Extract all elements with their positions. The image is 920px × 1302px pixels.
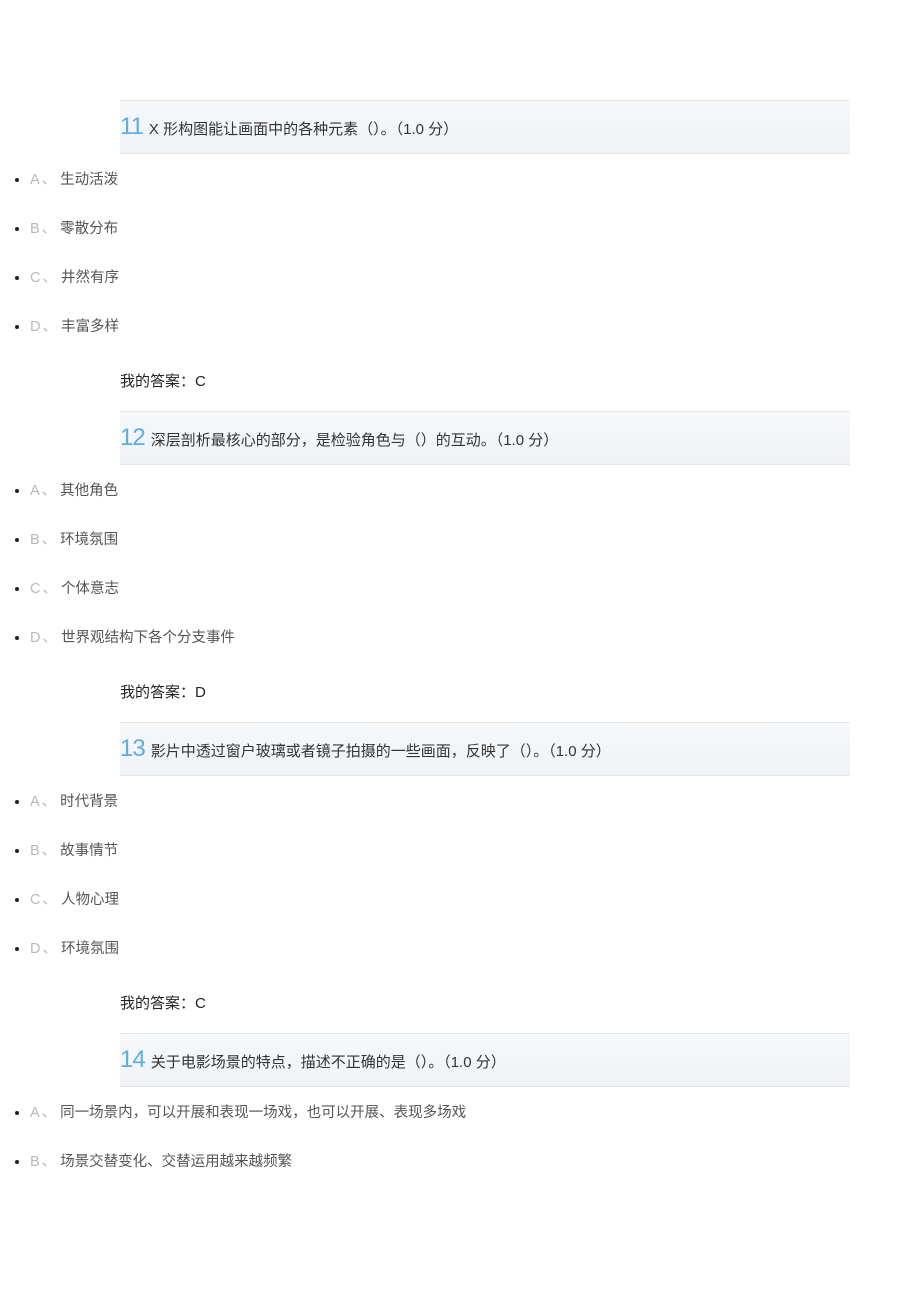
options-wrap: A、其他角色 B、环境氛围 C、个体意志 D、世界观结构下各个分支事件 xyxy=(70,465,850,661)
option-sep: 、 xyxy=(42,843,57,859)
question-text: 影片中透过窗户玻璃或者镜子拍摄的一些画面，反映了（）。（1.0 分） xyxy=(151,740,611,761)
option-sep: 、 xyxy=(42,483,57,499)
option-sep: 、 xyxy=(42,221,57,237)
option-sep: 、 xyxy=(42,1105,57,1121)
option-letter: A xyxy=(30,1105,40,1121)
option-letter: D xyxy=(30,941,40,957)
question-header: 14 关于电影场景的特点，描述不正确的是（）。（1.0 分） xyxy=(120,1033,850,1087)
option-d[interactable]: D、世界观结构下各个分支事件 xyxy=(30,612,850,661)
question-14: 14 关于电影场景的特点，描述不正确的是（）。（1.0 分） A、同一场景内，可… xyxy=(70,1033,850,1185)
question-header: 13 影片中透过窗户玻璃或者镜子拍摄的一些画面，反映了（）。（1.0 分） xyxy=(120,722,850,776)
option-text: 个体意志 xyxy=(61,581,119,597)
options-list: A、同一场景内，可以开展和表现一场戏，也可以开展、表现多场戏 B、场景交替变化、… xyxy=(30,1087,850,1185)
option-letter: A xyxy=(30,172,40,188)
option-letter: A xyxy=(30,794,40,810)
option-sep: 、 xyxy=(42,1154,57,1170)
options-list: A、生动活泼 B、零散分布 C、井然有序 D、丰富多样 xyxy=(30,154,850,350)
option-c[interactable]: C、人物心理 xyxy=(30,874,850,923)
answer-row: 我的答案：D xyxy=(120,661,850,722)
question-number: 11 xyxy=(120,115,143,139)
option-sep: 、 xyxy=(42,319,57,335)
question-text: 深层剖析最核心的部分，是检验角色与（）的互动。（1.0 分） xyxy=(151,429,559,450)
quiz-page: 11 X 形构图能让画面中的各种元素（）。（1.0 分） A、生动活泼 B、零散… xyxy=(0,0,920,1235)
option-a[interactable]: A、时代背景 xyxy=(30,776,850,825)
option-letter: B xyxy=(30,843,40,859)
option-sep: 、 xyxy=(42,532,57,548)
option-b[interactable]: B、故事情节 xyxy=(30,825,850,874)
question-number: 14 xyxy=(120,1048,145,1072)
option-text: 时代背景 xyxy=(60,794,118,810)
option-text: 故事情节 xyxy=(60,843,118,859)
option-d[interactable]: D、环境氛围 xyxy=(30,923,850,972)
option-c[interactable]: C、个体意志 xyxy=(30,563,850,612)
option-letter: D xyxy=(30,319,40,335)
option-b[interactable]: B、环境氛围 xyxy=(30,514,850,563)
option-letter: D xyxy=(30,630,40,646)
option-letter: B xyxy=(30,221,40,237)
option-sep: 、 xyxy=(42,892,57,908)
question-header: 11 X 形构图能让画面中的各种元素（）。（1.0 分） xyxy=(120,100,850,154)
answer-value: C xyxy=(195,373,206,390)
question-11: 11 X 形构图能让画面中的各种元素（）。（1.0 分） A、生动活泼 B、零散… xyxy=(70,100,850,411)
option-text: 人物心理 xyxy=(61,892,119,908)
option-text: 世界观结构下各个分支事件 xyxy=(61,630,235,646)
question-text: 关于电影场景的特点，描述不正确的是（）。（1.0 分） xyxy=(151,1051,506,1072)
answer-row: 我的答案：C xyxy=(120,350,850,411)
option-text: 其他角色 xyxy=(60,483,118,499)
option-sep: 、 xyxy=(42,630,57,646)
option-a[interactable]: A、其他角色 xyxy=(30,465,850,514)
question-12: 12 深层剖析最核心的部分，是检验角色与（）的互动。（1.0 分） A、其他角色… xyxy=(70,411,850,722)
option-sep: 、 xyxy=(42,270,57,286)
answer-label: 我的答案： xyxy=(120,684,195,701)
option-text: 生动活泼 xyxy=(60,172,118,188)
option-a[interactable]: A、同一场景内，可以开展和表现一场戏，也可以开展、表现多场戏 xyxy=(30,1087,850,1136)
option-text: 丰富多样 xyxy=(61,319,119,335)
question-text: X 形构图能让画面中的各种元素（）。（1.0 分） xyxy=(149,118,458,139)
option-text: 零散分布 xyxy=(60,221,118,237)
question-number: 12 xyxy=(120,426,145,450)
answer-value: C xyxy=(195,995,206,1012)
options-wrap: A、生动活泼 B、零散分布 C、井然有序 D、丰富多样 xyxy=(70,154,850,350)
option-text: 井然有序 xyxy=(61,270,119,286)
question-header: 12 深层剖析最核心的部分，是检验角色与（）的互动。（1.0 分） xyxy=(120,411,850,465)
answer-value: D xyxy=(195,684,206,701)
option-c[interactable]: C、井然有序 xyxy=(30,252,850,301)
option-letter: A xyxy=(30,483,40,499)
options-wrap: A、同一场景内，可以开展和表现一场戏，也可以开展、表现多场戏 B、场景交替变化、… xyxy=(70,1087,850,1185)
answer-label: 我的答案： xyxy=(120,373,195,390)
option-sep: 、 xyxy=(42,581,57,597)
option-letter: C xyxy=(30,581,40,597)
question-13: 13 影片中透过窗户玻璃或者镜子拍摄的一些画面，反映了（）。（1.0 分） A、… xyxy=(70,722,850,1033)
option-text: 场景交替变化、交替运用越来越频繁 xyxy=(60,1154,292,1170)
option-b[interactable]: B、场景交替变化、交替运用越来越频繁 xyxy=(30,1136,850,1185)
option-d[interactable]: D、丰富多样 xyxy=(30,301,850,350)
option-a[interactable]: A、生动活泼 xyxy=(30,154,850,203)
option-text: 同一场景内，可以开展和表现一场戏，也可以开展、表现多场戏 xyxy=(60,1105,466,1121)
options-list: A、其他角色 B、环境氛围 C、个体意志 D、世界观结构下各个分支事件 xyxy=(30,465,850,661)
option-text: 环境氛围 xyxy=(60,532,118,548)
answer-row: 我的答案：C xyxy=(120,972,850,1033)
option-sep: 、 xyxy=(42,794,57,810)
option-text: 环境氛围 xyxy=(61,941,119,957)
option-sep: 、 xyxy=(42,941,57,957)
options-wrap: A、时代背景 B、故事情节 C、人物心理 D、环境氛围 xyxy=(70,776,850,972)
options-list: A、时代背景 B、故事情节 C、人物心理 D、环境氛围 xyxy=(30,776,850,972)
option-letter: C xyxy=(30,892,40,908)
option-b[interactable]: B、零散分布 xyxy=(30,203,850,252)
option-letter: B xyxy=(30,1154,40,1170)
option-sep: 、 xyxy=(42,172,57,188)
option-letter: C xyxy=(30,270,40,286)
answer-label: 我的答案： xyxy=(120,995,195,1012)
option-letter: B xyxy=(30,532,40,548)
question-number: 13 xyxy=(120,737,145,761)
